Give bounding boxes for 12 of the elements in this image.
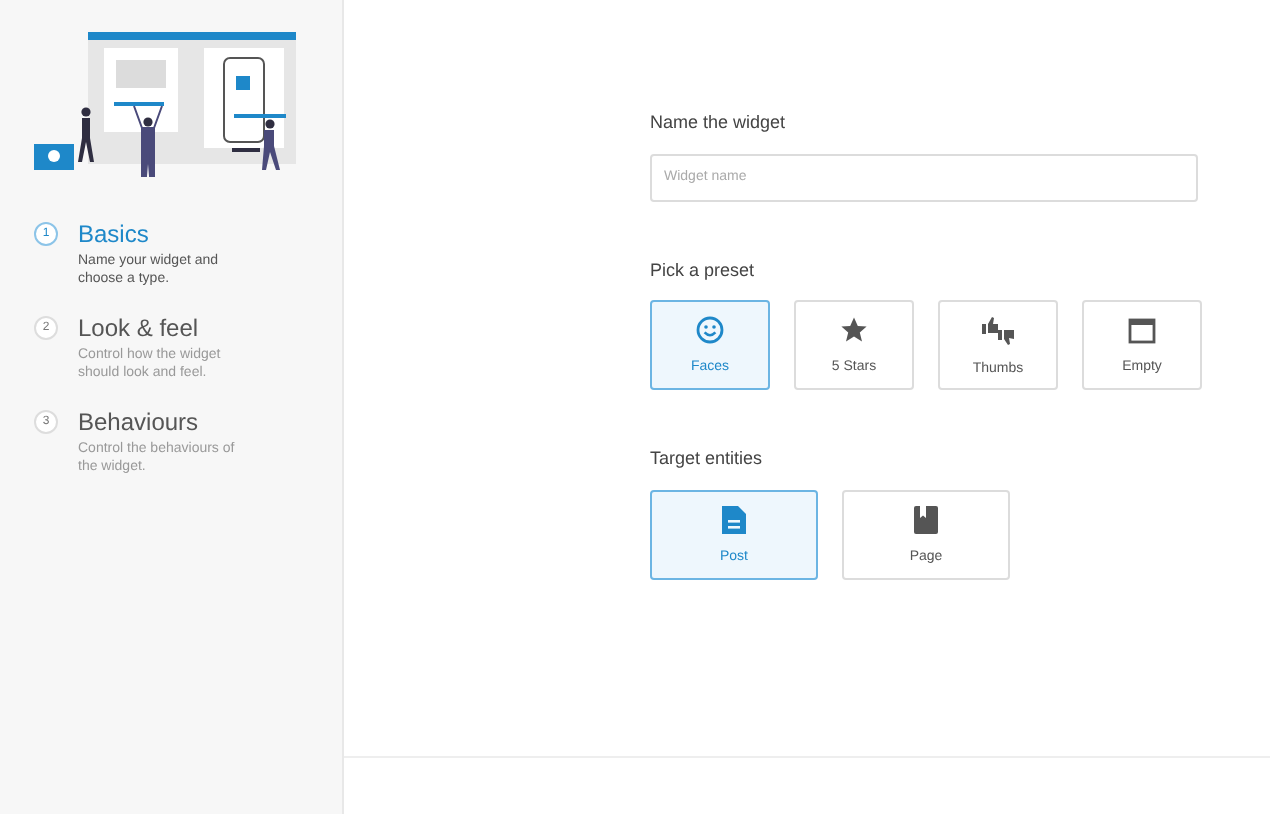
- thumbs-icon: [980, 315, 1016, 345]
- section-label: Target entities: [650, 446, 765, 472]
- window-icon: [1128, 317, 1156, 343]
- step-title: Behaviours: [78, 408, 201, 436]
- section-label: Name the widget: [650, 110, 788, 136]
- book-icon: [914, 505, 938, 533]
- star-icon: [840, 316, 868, 344]
- step-title: Look & feel: [78, 314, 201, 342]
- smiley-icon: [696, 316, 724, 344]
- section-label: Pick a preset: [650, 257, 757, 284]
- step-title: Basics: [78, 220, 151, 248]
- document-icon: [722, 505, 746, 533]
